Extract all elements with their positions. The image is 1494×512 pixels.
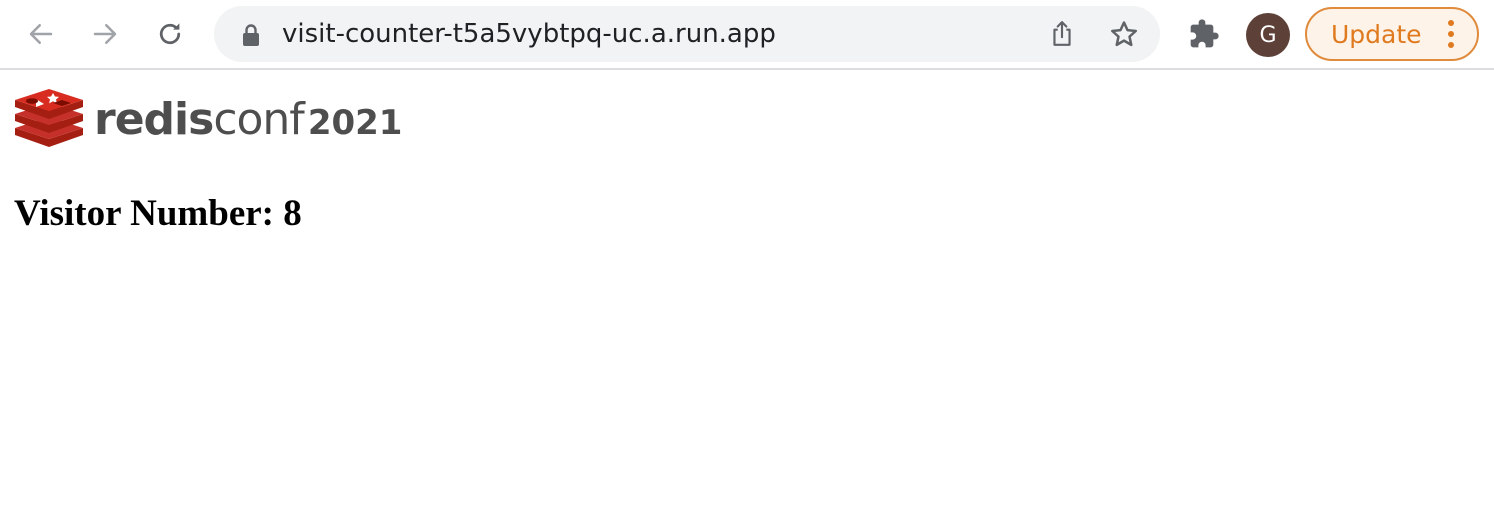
logo-year: 2021 — [307, 103, 403, 143]
reload-icon — [159, 23, 181, 45]
arrow-right-icon — [93, 24, 117, 44]
address-bar[interactable]: visit-counter-t5a5vybtpq-uc.a.run.app — [214, 6, 1160, 62]
profile-avatar[interactable]: G — [1246, 13, 1290, 57]
lock-icon[interactable] — [240, 23, 262, 47]
logo-word-conf: conf — [213, 94, 304, 145]
share-button[interactable] — [1042, 14, 1082, 54]
arrow-left-icon — [29, 24, 53, 44]
browser-toolbar: visit-counter-t5a5vybtpq-uc.a.run.app G … — [0, 0, 1494, 70]
visitor-number-heading: Visitor Number: 8 — [14, 193, 302, 234]
update-label: Update — [1331, 20, 1422, 49]
puzzle-icon — [1190, 19, 1219, 48]
bookmark-button[interactable] — [1104, 14, 1144, 54]
star-icon — [1111, 21, 1137, 47]
redisconf-logo: redisconf 2021 — [14, 88, 402, 150]
forward-button[interactable] — [85, 14, 125, 54]
kebab-menu-icon[interactable] — [1447, 19, 1455, 49]
url-text[interactable]: visit-counter-t5a5vybtpq-uc.a.run.app — [282, 6, 776, 62]
profile-initial: G — [1259, 22, 1277, 48]
back-button[interactable] — [21, 14, 61, 54]
reload-button[interactable] — [150, 14, 190, 54]
logo-word-redis: redis — [94, 94, 214, 145]
update-button[interactable]: Update — [1305, 7, 1479, 61]
page-content: redisconf 2021 Visitor Number: 8 — [0, 72, 1494, 512]
share-icon — [1053, 21, 1071, 46]
redisconf-wordmark: redisconf 2021 — [94, 92, 402, 148]
extensions-button[interactable] — [1184, 14, 1224, 54]
redis-cube-logo-icon — [15, 89, 83, 147]
